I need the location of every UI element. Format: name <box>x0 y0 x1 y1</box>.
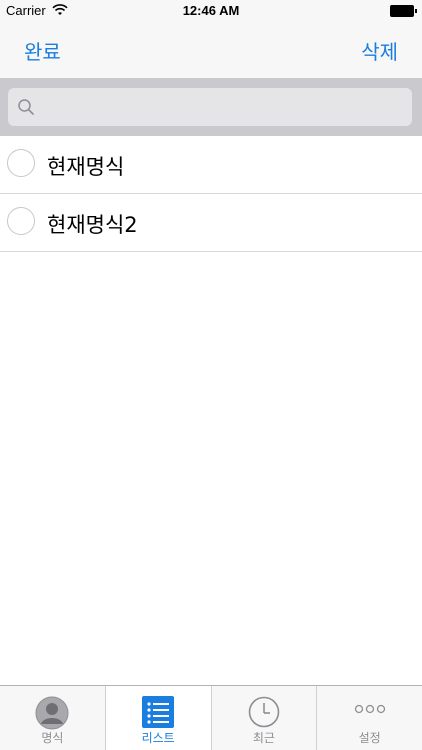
tab-label: 최근 <box>252 731 275 745</box>
tab-list[interactable]: 리스트 <box>105 686 212 750</box>
status-bar: Carrier 12:46 AM <box>0 0 422 22</box>
tab-bar: 명식 리스트 최근 설정 <box>0 685 422 750</box>
navigation-bar: 완료 삭제 <box>0 22 422 78</box>
selection-circle-icon[interactable] <box>7 149 35 177</box>
tab-recent[interactable]: 최근 <box>212 686 318 750</box>
selection-circle-icon[interactable] <box>7 207 35 235</box>
search-input[interactable] <box>42 94 406 122</box>
delete-button[interactable]: 삭제 <box>361 36 398 65</box>
tab-myeongsik[interactable]: 명식 <box>0 686 106 750</box>
list-item[interactable]: 현재명식2 <box>0 194 422 252</box>
search-area <box>0 78 422 136</box>
list-item-label: 현재명식 <box>47 155 125 179</box>
tab-settings[interactable]: 설정 <box>317 686 422 750</box>
search-box[interactable] <box>8 88 412 126</box>
clock-icon <box>248 696 280 732</box>
more-icon <box>353 700 387 719</box>
card-list: 현재명식 현재명식2 <box>0 136 422 252</box>
tab-label: 리스트 <box>141 731 175 745</box>
tab-label: 설정 <box>358 731 381 745</box>
search-icon <box>17 98 35 120</box>
battery-icon <box>390 5 417 17</box>
done-button[interactable]: 완료 <box>24 36 61 65</box>
status-time: 12:46 AM <box>182 3 240 18</box>
list-item-label: 현재명식2 <box>47 213 138 237</box>
list-item[interactable]: 현재명식 <box>0 136 422 194</box>
list-icon <box>142 696 175 732</box>
tab-label: 명식 <box>41 731 64 745</box>
